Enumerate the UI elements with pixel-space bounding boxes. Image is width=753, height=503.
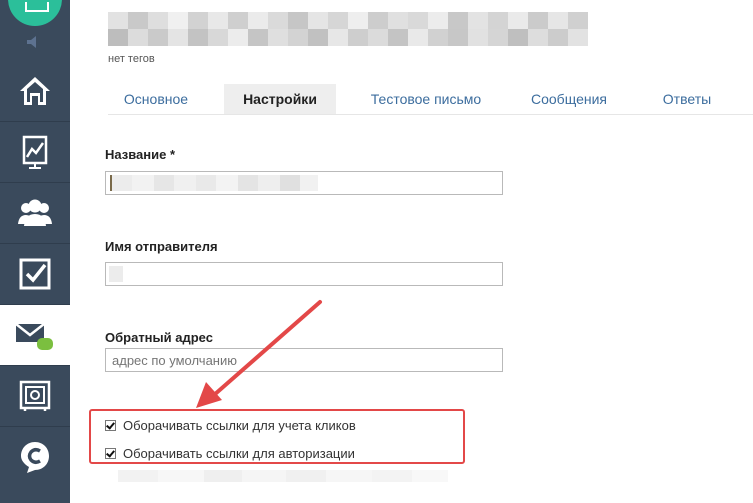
tab-replies[interactable]: Ответы	[648, 84, 726, 114]
sidebar-item-analytics[interactable]	[0, 122, 70, 183]
wrap-auth-option[interactable]: Оборачивать ссылки для авторизации	[105, 446, 355, 461]
sidebar-item-tasks[interactable]	[0, 244, 70, 305]
sender-value-redacted	[109, 266, 123, 282]
tab-main[interactable]: Основное	[108, 84, 204, 114]
sender-field[interactable]	[105, 262, 503, 286]
wrap-auth-label: Оборачивать ссылки для авторизации	[123, 446, 355, 461]
reply-address-field[interactable]	[105, 348, 503, 372]
sidebar-logo-area	[0, 0, 70, 28]
sidebar-item-chat[interactable]	[0, 427, 70, 487]
name-value-redacted	[110, 175, 318, 191]
name-label: Название *	[105, 147, 176, 162]
name-field[interactable]	[105, 171, 503, 195]
chat-icon	[21, 442, 49, 473]
tab-test-email[interactable]: Тестовое письмо	[360, 84, 492, 114]
sidebar-item-mailings[interactable]	[0, 305, 70, 366]
chart-icon	[22, 135, 48, 169]
home-icon	[20, 77, 50, 105]
reply-address-label: Обратный адрес	[105, 330, 213, 345]
wrap-clicks-label: Оборачивать ссылки для учета кликов	[123, 418, 356, 433]
sender-label: Имя отправителя	[105, 239, 218, 254]
sidebar-item-contacts[interactable]	[0, 183, 70, 244]
sidebar-item-home[interactable]	[0, 61, 70, 122]
tab-messages[interactable]: Сообщения	[518, 84, 620, 114]
safe-icon	[19, 380, 51, 411]
users-icon	[18, 199, 52, 226]
sidebar-collapse-toggle[interactable]	[0, 28, 70, 56]
wrap-clicks-checkbox[interactable]	[105, 420, 116, 431]
checkbox-icon	[19, 258, 51, 290]
wrap-auth-checkbox[interactable]	[105, 448, 116, 459]
main-content: нет тегов Основное Настройки Тестовое пи…	[70, 0, 753, 503]
tags-text: нет тегов	[108, 53, 155, 65]
sidebar-item-storage[interactable]	[0, 366, 70, 427]
mail-icon	[15, 323, 53, 350]
page-title-redacted	[108, 12, 588, 46]
redacted-footer	[118, 470, 448, 482]
sidebar	[0, 0, 70, 503]
app-logo[interactable]	[8, 0, 62, 26]
tab-settings[interactable]: Настройки	[224, 84, 336, 114]
volume-icon	[27, 36, 36, 48]
wrap-clicks-option[interactable]: Оборачивать ссылки для учета кликов	[105, 418, 356, 433]
tab-bar: Основное Настройки Тестовое письмо Сообщ…	[108, 84, 753, 115]
